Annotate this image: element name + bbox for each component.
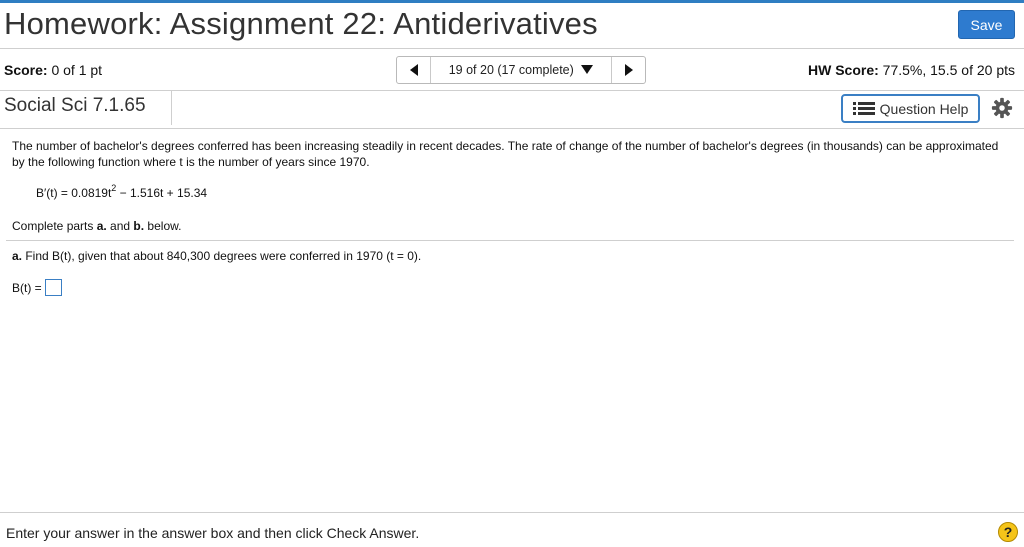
hw-score-label: HW Score: [807, 62, 879, 78]
right-triangle-icon [624, 64, 633, 76]
divider [171, 91, 172, 125]
question-navigator: 19 of 20 (17 complete) [396, 56, 646, 84]
divider [0, 48, 1024, 49]
divider [0, 90, 1024, 91]
score-label: Score: [4, 62, 48, 78]
parts-prefix: Complete parts [12, 219, 97, 233]
part-a-question: a. Find B(t), given that about 840,300 d… [12, 248, 421, 264]
left-triangle-icon [409, 64, 418, 76]
question-intro: The number of bachelor's degrees conferr… [12, 139, 999, 169]
divider [6, 240, 1014, 241]
divider [0, 128, 1024, 129]
save-button[interactable]: Save [958, 10, 1015, 39]
answer-input[interactable] [44, 279, 62, 296]
part-a-label: a. [12, 249, 23, 263]
answer-row: B(t) = [12, 279, 62, 296]
list-icon [852, 101, 875, 116]
footer-instruction: Enter your answer in the answer box and … [6, 525, 420, 541]
gear-icon[interactable] [991, 97, 1013, 119]
parts-b: b. [133, 219, 145, 233]
question-id: Social Sci 7.1.65 [4, 95, 146, 116]
score-value: 0 of 1 pt [51, 62, 103, 78]
question-help-label: Question Help [879, 100, 969, 117]
formula-lhs: B′(t) = 0.0819t [36, 186, 112, 200]
page-title: Homework: Assignment 22: Antiderivatives [4, 6, 598, 41]
top-accent-line [0, 0, 1024, 3]
formula: B′(t) = 0.0819t2 − 1.516t + 15.34 [36, 183, 208, 201]
parts-mid: and [106, 219, 134, 233]
score: Score: 0 of 1 pt [4, 62, 102, 78]
answer-label: B(t) = [12, 280, 42, 295]
hw-score-value: 77.5%, 15.5 of 20 pts [882, 62, 1015, 78]
divider [0, 512, 1024, 513]
parts-suffix: below. [144, 219, 182, 233]
chevron-down-icon [581, 65, 594, 75]
parts-instruction: Complete parts a. and b. below. [12, 218, 181, 234]
formula-rest: − 1.516t + 15.34 [116, 186, 208, 200]
part-a-text: Find B(t), given that about 840,300 degr… [22, 249, 422, 263]
parts-a: a. [96, 219, 107, 233]
formula-exponent: 2 [111, 183, 117, 193]
hw-score: HW Score: 77.5%, 15.5 of 20 pts [808, 62, 1015, 78]
question-select-value: 19 of 20 (17 complete) [448, 63, 574, 77]
question-select-dropdown[interactable]: 19 of 20 (17 complete) [431, 57, 611, 83]
next-question-button[interactable] [611, 57, 645, 83]
previous-question-button[interactable] [397, 57, 431, 83]
question-mark-icon[interactable]: ? [998, 522, 1018, 542]
question-help-button[interactable]: Question Help [841, 94, 980, 123]
